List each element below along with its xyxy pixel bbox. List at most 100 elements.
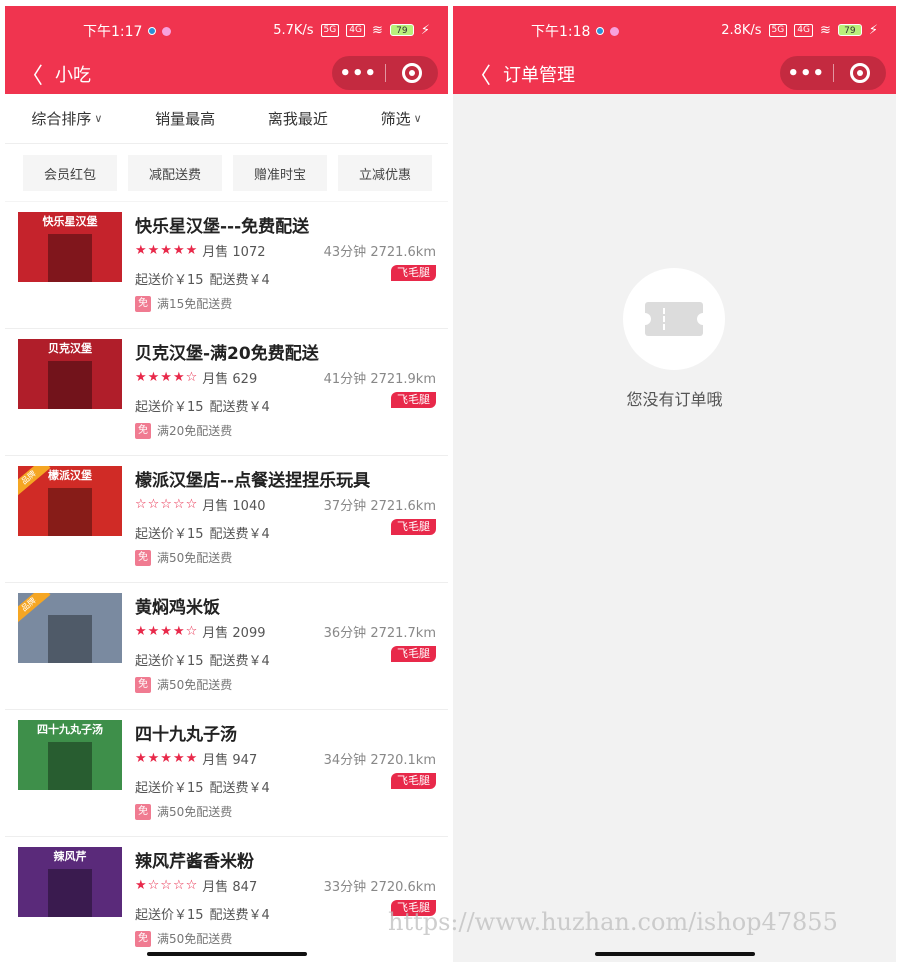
chevron-down-icon: ∨	[413, 112, 422, 125]
min-order-price: 起送价￥15	[135, 527, 204, 542]
delivery-fee: 配送费￥4	[209, 527, 270, 542]
store-sign: 贝克汉堡	[48, 342, 92, 355]
signal-icon: 4G	[794, 23, 813, 37]
free-delivery-icon: 免	[135, 422, 151, 439]
watermark-text: https://www.huzhan.com/ishop47855	[388, 908, 838, 936]
store-photo: 辣风芹	[18, 847, 122, 917]
store-item[interactable]: 品牌 黄焖鸡米饭 ★★★★☆ 月售 2099 36分钟 2721.7km 起送价￥15 配送…	[5, 583, 448, 710]
mini-program-capsule: •••	[332, 56, 438, 90]
sort-distance[interactable]: 离我最近	[268, 108, 328, 129]
store-photo: 品牌	[18, 593, 122, 663]
hd-icon: 5G	[320, 23, 340, 37]
delivery-badge: 飞毛腿	[391, 646, 436, 662]
promo-text: 满50免配送费	[157, 551, 233, 565]
home-indicator[interactable]	[146, 952, 307, 956]
promo-text: 满50免配送费	[157, 678, 233, 692]
time-distance: 36分钟 2721.7km	[323, 626, 436, 641]
store-item[interactable]: 辣风芹 辣风芹酱香米粉 ★☆☆☆☆ 月售 847 33分钟 2720.6km 起送价￥15…	[5, 837, 448, 962]
page-title: 订单管理	[503, 65, 575, 86]
close-target-icon[interactable]	[834, 63, 887, 83]
store-photo: 檬派汉堡 品牌	[18, 466, 122, 536]
back-icon[interactable]: 〈	[21, 58, 47, 90]
page-title: 小吃	[55, 65, 91, 86]
header: 下午1:18 2.8K/s 5G 4G ≋ 79 ⚡ 〈 订单管理 •••	[453, 6, 896, 94]
wifi-icon: ≋	[819, 22, 831, 38]
notification-icon	[596, 27, 605, 35]
delivery-fee: 配送费￥4	[209, 908, 270, 923]
hd-icon: 5G	[768, 23, 788, 37]
monthly-sales: 月售 1040	[202, 499, 266, 514]
empty-orders-message: 您没有订单哦	[626, 390, 723, 409]
min-order-price: 起送价￥15	[135, 273, 204, 288]
store-name: 檬派汉堡店--点餐送捏捏乐玩具	[135, 471, 371, 491]
delivery-fee: 配送费￥4	[209, 400, 270, 415]
delivery-fee: 配送费￥4	[209, 654, 270, 669]
store-item[interactable]: 贝克汉堡 贝克汉堡-满20免费配送 ★★★★☆ 月售 629 41分钟 2721.9km…	[5, 329, 448, 456]
time-distance: 43分钟 2721.6km	[323, 245, 436, 260]
navbar: 〈 订单管理 •••	[453, 54, 896, 94]
monthly-sales: 月售 847	[202, 880, 258, 895]
close-target-icon[interactable]	[386, 63, 439, 83]
chip-member-redpacket[interactable]: 会员红包	[23, 155, 117, 191]
battery-icon: 79	[837, 24, 862, 36]
filter-chips: 会员红包 减配送费 赠准时宝 立减优惠	[5, 144, 448, 202]
rating-stars: ★★★★★	[135, 243, 199, 258]
status-time: 下午1:17	[83, 24, 143, 40]
chip-ontime-guarantee[interactable]: 赠准时宝	[233, 155, 327, 191]
sort-bar: 综合排序 ∨ 销量最高 离我最近 筛选 ∨	[5, 94, 448, 144]
store-photo: 四十九丸子汤	[18, 720, 122, 790]
store-photo: 快乐星汉堡	[18, 212, 122, 282]
time-distance: 33分钟 2720.6km	[323, 880, 436, 895]
rating-stars: ★★★★☆	[135, 624, 199, 639]
store-photo: 贝克汉堡	[18, 339, 122, 409]
store-name: 贝克汉堡-满20免费配送	[135, 344, 319, 364]
store-list-screen: 下午1:17 5.7K/s 5G 4G ≋ 79 ⚡ 〈 小吃 ••• 综合排序…	[5, 6, 448, 962]
monthly-sales: 月售 947	[202, 753, 258, 768]
promo-text: 满20免配送费	[157, 424, 233, 438]
status-bar: 下午1:18 2.8K/s 5G 4G ≋ 79 ⚡	[453, 6, 896, 54]
free-delivery-icon: 免	[135, 803, 151, 820]
time-distance: 34分钟 2720.1km	[323, 753, 436, 768]
chevron-down-icon: ∨	[94, 112, 103, 125]
store-item[interactable]: 檬派汉堡 品牌 檬派汉堡店--点餐送捏捏乐玩具 ☆☆☆☆☆ 月售 1040 37分钟 27…	[5, 456, 448, 583]
store-item[interactable]: 四十九丸子汤 四十九丸子汤 ★★★★★ 月售 947 34分钟 2720.1km 起送价￥…	[5, 710, 448, 837]
sort-comprehensive[interactable]: 综合排序 ∨	[31, 108, 102, 129]
charging-icon: ⚡	[420, 22, 430, 38]
min-order-price: 起送价￥15	[135, 781, 204, 796]
min-order-price: 起送价￥15	[135, 654, 204, 669]
min-order-price: 起送价￥15	[135, 400, 204, 415]
app-icon	[610, 26, 620, 36]
rating-stars: ★★★★☆	[135, 370, 199, 385]
store-name: 黄焖鸡米饭	[135, 598, 220, 618]
delivery-badge: 飞毛腿	[391, 519, 436, 535]
status-time: 下午1:18	[531, 24, 591, 40]
min-order-price: 起送价￥15	[135, 908, 204, 923]
monthly-sales: 月售 2099	[202, 626, 266, 641]
store-name: 辣风芹酱香米粉	[135, 852, 254, 872]
network-speed: 5.7K/s	[273, 22, 314, 38]
monthly-sales: 月售 629	[202, 372, 258, 387]
free-delivery-icon: 免	[135, 549, 151, 566]
status-bar: 下午1:17 5.7K/s 5G 4G ≋ 79 ⚡	[5, 6, 448, 54]
free-delivery-icon: 免	[135, 676, 151, 693]
delivery-fee: 配送费￥4	[209, 273, 270, 288]
monthly-sales: 月售 1072	[202, 245, 266, 260]
store-sign: 辣风芹	[53, 850, 87, 863]
chip-instant-discount[interactable]: 立减优惠	[338, 155, 432, 191]
home-indicator[interactable]	[594, 952, 755, 956]
more-icon[interactable]: •••	[332, 63, 385, 84]
delivery-badge: 飞毛腿	[391, 265, 436, 281]
chip-reduced-delivery[interactable]: 减配送费	[128, 155, 222, 191]
store-name: 四十九丸子汤	[135, 725, 237, 745]
free-delivery-icon: 免	[135, 930, 151, 947]
signal-icon: 4G	[346, 23, 365, 37]
store-sign: 四十九丸子汤	[37, 723, 103, 736]
charging-icon: ⚡	[868, 22, 878, 38]
promo-text: 满15免配送费	[157, 297, 233, 311]
store-item[interactable]: 快乐星汉堡 快乐星汉堡---免费配送 ★★★★★ 月售 1072 43分钟 2721.6…	[5, 202, 448, 329]
sort-sales[interactable]: 销量最高	[155, 108, 215, 129]
more-icon[interactable]: •••	[780, 63, 833, 84]
mini-program-capsule: •••	[780, 56, 886, 90]
back-icon[interactable]: 〈	[469, 58, 495, 90]
filter-button[interactable]: 筛选 ∨	[381, 108, 422, 129]
